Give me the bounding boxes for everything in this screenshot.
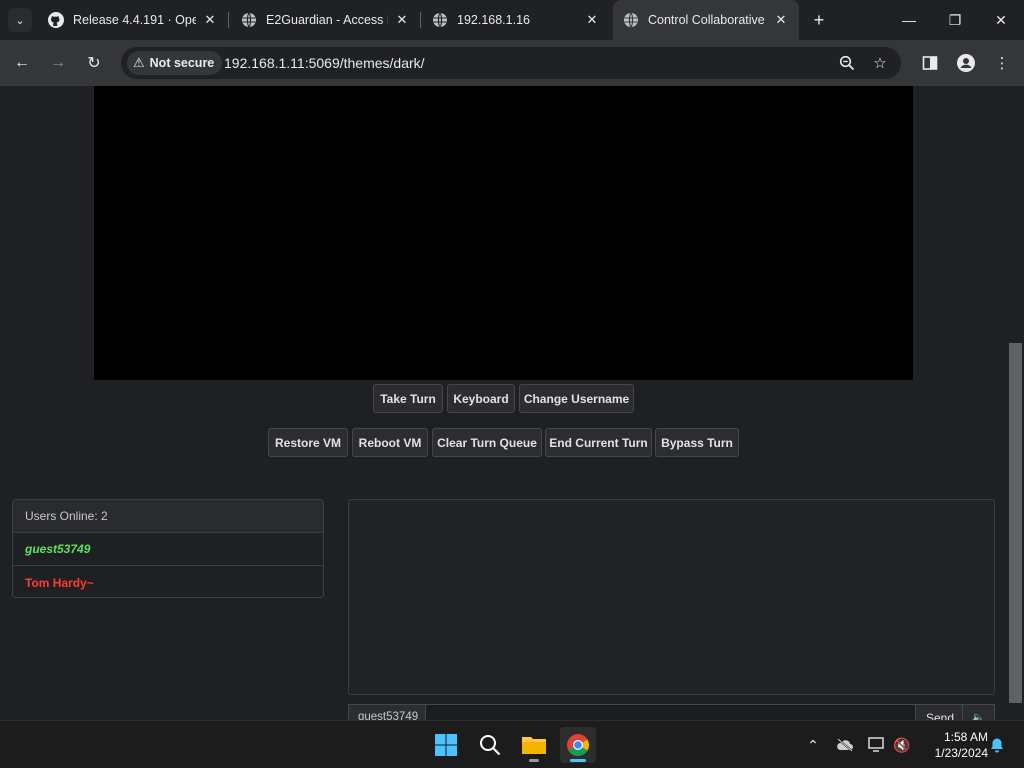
profile-icon[interactable] — [954, 51, 978, 75]
close-tab-icon[interactable]: ✕ — [773, 12, 789, 28]
users-online-count: Users Online: 2 — [13, 500, 323, 533]
send-button[interactable]: Send — [916, 704, 963, 720]
active-indicator — [570, 759, 586, 762]
globe-icon — [433, 12, 447, 28]
close-icon: ✕ — [995, 11, 1007, 28]
keyboard-button[interactable]: Keyboard — [447, 384, 515, 413]
tab-title: Release 4.4.191 · Open — [73, 13, 196, 27]
chat-input-bar: guest53749 Send 🔈 — [348, 704, 995, 720]
tab-search-button[interactable]: ⌄ — [8, 8, 32, 32]
tab-title: 192.168.1.16 — [457, 13, 530, 27]
chat-username-label: guest53749 — [348, 704, 426, 720]
start-button[interactable] — [428, 727, 464, 763]
back-button[interactable]: ← — [8, 49, 36, 77]
clock-date: 1/23/2024 — [934, 746, 988, 760]
tab-separator — [420, 12, 421, 28]
browser-tab-strip: ⌄ Release 4.4.191 · Open ✕ E2Guardian - … — [0, 0, 1024, 40]
side-panel-icon[interactable] — [918, 51, 942, 75]
change-username-button[interactable]: Change Username — [519, 384, 634, 413]
windows-logo-icon — [435, 734, 457, 756]
onedrive-offline-icon[interactable] — [833, 733, 857, 757]
search-button[interactable] — [472, 727, 508, 763]
chrome-button[interactable] — [560, 727, 596, 763]
address-bar[interactable]: ⚠ Not secure 192.168.1.11:5069/themes/da… — [121, 47, 901, 79]
vm-display[interactable] — [94, 86, 913, 380]
chrome-icon — [567, 734, 589, 756]
tab-192-168-1-16[interactable]: 192.168.1.16 ✕ — [422, 4, 610, 36]
minimize-button[interactable]: — — [886, 0, 932, 40]
bypass-turn-button[interactable]: Bypass Turn — [655, 428, 739, 457]
volume-muted-icon[interactable]: 🔇 — [890, 733, 914, 757]
close-tab-icon[interactable]: ✕ — [584, 12, 600, 28]
online-users-panel: Users Online: 2 guest53749 Tom Hardy~ — [12, 499, 324, 598]
arrow-left-icon: ← — [14, 54, 30, 71]
bookmark-star-icon[interactable]: ☆ — [870, 53, 890, 73]
warning-icon: ⚠ — [133, 55, 145, 70]
show-hidden-icons-button[interactable]: ⌃ — [801, 733, 825, 757]
reboot-vm-button[interactable]: Reboot VM — [352, 428, 428, 457]
security-chip[interactable]: ⚠ Not secure — [127, 51, 223, 75]
restore-button[interactable]: ❐ — [932, 0, 978, 40]
new-tab-button[interactable]: + — [808, 8, 830, 32]
zoom-icon[interactable] — [837, 53, 857, 73]
folder-icon — [522, 737, 546, 754]
tab-title: E2Guardian - Access D — [266, 13, 388, 27]
close-tab-icon[interactable]: ✕ — [394, 12, 410, 28]
clear-turn-queue-button[interactable]: Clear Turn Queue — [432, 428, 542, 457]
clock-time: 1:58 AM — [943, 730, 988, 744]
github-icon — [48, 12, 64, 28]
more-menu-icon[interactable]: ⋮ — [990, 51, 1014, 75]
globe-icon — [242, 12, 256, 28]
chevron-down-icon: ⌄ — [15, 14, 25, 27]
file-explorer-button[interactable] — [516, 727, 552, 763]
scrollbar-thumb[interactable] — [1009, 343, 1022, 703]
restore-vm-button[interactable]: Restore VM — [268, 428, 348, 457]
close-window-button[interactable]: ✕ — [978, 0, 1024, 40]
user-list-item[interactable]: guest53749 — [13, 533, 323, 566]
url-text[interactable]: 192.168.1.11:5069/themes/dark/ — [224, 55, 425, 71]
restore-icon: ❐ — [948, 11, 962, 28]
windows-taskbar: ⌃ 🔇 1:58 AM 1/23/2024 — [0, 720, 1024, 768]
page-content: Take Turn Keyboard Change Username Resto… — [0, 86, 1024, 720]
user-list-item[interactable]: Tom Hardy~ — [13, 566, 323, 599]
tab-separator — [228, 12, 229, 28]
arrow-right-icon: → — [50, 54, 66, 71]
speaker-icon: 🔈 — [971, 712, 986, 720]
reload-icon: ↻ — [87, 55, 101, 72]
chat-messages — [348, 499, 995, 695]
page-scrollbar[interactable] — [1007, 86, 1024, 720]
end-current-turn-button[interactable]: End Current Turn — [545, 428, 652, 457]
globe-icon — [624, 12, 638, 28]
tab-title: Control Collaborative V — [648, 13, 767, 27]
tab-github-release[interactable]: Release 4.4.191 · Open ✕ — [38, 4, 228, 36]
network-icon[interactable] — [865, 733, 889, 757]
minimize-icon: — — [902, 12, 916, 28]
system-clock[interactable]: 1:58 AM 1/23/2024 — [918, 729, 988, 761]
open-indicator — [529, 759, 539, 762]
reload-button[interactable]: ↻ — [80, 49, 108, 77]
close-tab-icon[interactable]: ✕ — [202, 12, 218, 28]
take-turn-button[interactable]: Take Turn — [373, 384, 443, 413]
security-label: Not secure — [149, 56, 215, 70]
browser-toolbar: ← → ↻ ⚠ Not secure 192.168.1.11:5069/the… — [0, 40, 1024, 86]
chat-input[interactable] — [426, 704, 916, 720]
forward-button[interactable]: → — [44, 49, 72, 77]
tab-e2guardian[interactable]: E2Guardian - Access D ✕ — [231, 4, 420, 36]
notification-bell-icon[interactable] — [985, 733, 1009, 757]
plus-icon: + — [813, 9, 825, 30]
chat-sound-toggle[interactable]: 🔈 — [963, 704, 995, 720]
search-icon — [480, 735, 501, 756]
tab-control-collaborative[interactable]: Control Collaborative V ✕ — [613, 0, 799, 40]
